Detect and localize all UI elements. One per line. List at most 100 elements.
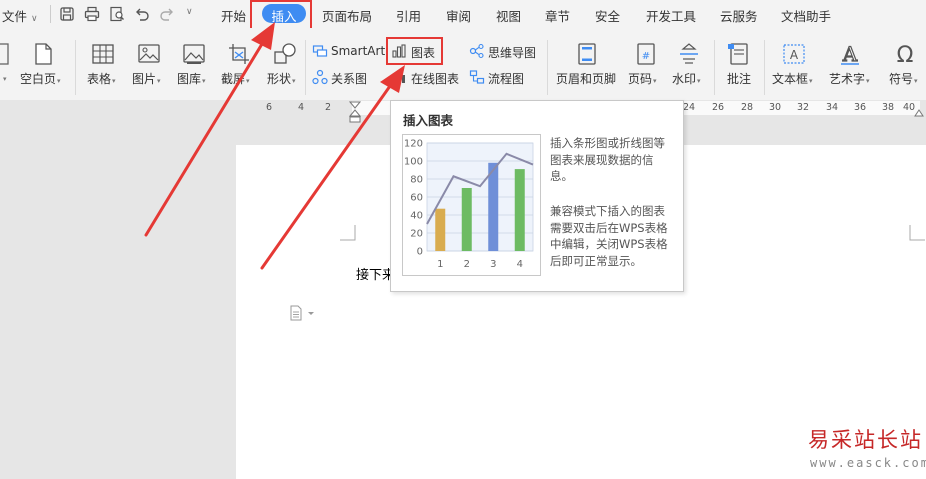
smartart-icon bbox=[312, 45, 328, 57]
tab-cloud-service[interactable]: 云服务 bbox=[720, 6, 758, 25]
page-break-icon[interactable] bbox=[0, 41, 16, 67]
shapes-label: 形状 bbox=[267, 72, 292, 86]
svg-text:Ω: Ω bbox=[897, 43, 914, 67]
svg-text:A: A bbox=[842, 42, 858, 66]
mindmap-icon bbox=[469, 43, 484, 59]
svg-text:A: A bbox=[790, 48, 799, 62]
ruler-number: 36 bbox=[854, 102, 867, 113]
page-number-button[interactable]: 页码▾ bbox=[628, 70, 657, 87]
textbox-label: 文本框 bbox=[772, 72, 809, 86]
comment-icon bbox=[728, 43, 748, 65]
flowchart-icon bbox=[469, 70, 485, 84]
page-break-dropdown-icon[interactable]: ▾ bbox=[2, 70, 7, 84]
symbol-label: 符号 bbox=[889, 72, 914, 86]
tab-references[interactable]: 引用 bbox=[396, 6, 421, 25]
undo-icon[interactable] bbox=[133, 5, 151, 23]
chart-bar bbox=[514, 169, 525, 251]
menu-divider bbox=[50, 5, 51, 23]
gallery-button[interactable]: 图库▾ bbox=[177, 70, 206, 87]
chart-xtick-label: 3 bbox=[490, 259, 496, 270]
blank-page-icon bbox=[35, 43, 52, 65]
blank-page-label: 空白页 bbox=[20, 72, 57, 86]
ruler-number: 28 bbox=[741, 102, 754, 113]
toolbar-separator bbox=[75, 40, 76, 95]
indent-marker-icon[interactable] bbox=[349, 101, 361, 123]
tab-home[interactable]: 开始 bbox=[221, 6, 246, 25]
screenshot-button[interactable]: 截屏▾ bbox=[221, 70, 250, 87]
margin-corner-mark bbox=[340, 225, 356, 241]
picture-icon bbox=[138, 44, 160, 63]
picture-button[interactable]: 图片▾ bbox=[132, 70, 161, 87]
gallery-label: 图库 bbox=[177, 72, 202, 86]
screenshot-icon bbox=[229, 44, 249, 64]
margin-corner-mark bbox=[909, 225, 925, 241]
tab-page-layout[interactable]: 页面布局 bbox=[322, 6, 372, 25]
smartart-button[interactable]: SmartArt bbox=[331, 44, 385, 58]
wordart-button[interactable]: 艺术字▾ bbox=[829, 70, 870, 87]
file-menu[interactable]: 文件 ∨ bbox=[2, 6, 38, 25]
shapes-button[interactable]: 形状▾ bbox=[267, 70, 296, 87]
chart-xtick-label: 4 bbox=[517, 259, 523, 270]
flowchart-button[interactable]: 流程图 bbox=[488, 70, 524, 87]
header-footer-icon bbox=[578, 43, 596, 65]
quick-access-dropdown-icon[interactable]: ∨ bbox=[186, 7, 193, 17]
tooltip-chart-preview: 0 20 40 60 80 100 120 1 2 3 4 bbox=[402, 134, 541, 276]
chart-bar bbox=[461, 188, 472, 251]
textbox-button[interactable]: 文本框▾ bbox=[772, 70, 813, 87]
relation-chart-icon bbox=[312, 69, 328, 85]
chart-xtick-label: 2 bbox=[464, 259, 470, 270]
page-number-icon: # bbox=[637, 43, 655, 65]
online-chart-icon bbox=[393, 73, 405, 83]
symbol-button[interactable]: 符号▾ bbox=[889, 70, 918, 87]
chart-ytick-label: 20 bbox=[410, 229, 423, 240]
tooltip-description: 插入条形图或折线图等图表来展现数据的信息。 bbox=[550, 136, 665, 183]
paste-options-icon[interactable] bbox=[288, 305, 316, 321]
svg-text:#: # bbox=[642, 51, 650, 62]
table-label: 表格 bbox=[87, 72, 112, 86]
table-button[interactable]: 表格▾ bbox=[87, 70, 116, 87]
ruler-number: 32 bbox=[797, 102, 810, 113]
ruler-number: 4 bbox=[298, 102, 305, 113]
textbox-icon: A bbox=[783, 44, 805, 64]
table-icon bbox=[92, 44, 114, 64]
wordart-icon: A bbox=[841, 41, 859, 67]
shapes-icon bbox=[274, 43, 296, 64]
chart-tooltip: 插入图表 0 20 40 60 80 100 120 1 2 3 4 插入条形图或折线图等图表来展… bbox=[390, 100, 684, 292]
wordart-label: 艺术字 bbox=[829, 72, 866, 86]
comment-button[interactable]: 批注 bbox=[727, 70, 751, 87]
menu-bar: 文件 ∨ ∨ 开始 插入 页面布局 引用 审阅 视图 章节 安全 开发工具 云服… bbox=[0, 0, 926, 28]
save-icon[interactable] bbox=[58, 5, 76, 23]
tab-developer[interactable]: 开发工具 bbox=[646, 6, 696, 25]
online-chart-button[interactable]: 在线图表 bbox=[411, 70, 459, 87]
toolbar-separator bbox=[547, 40, 548, 95]
picture-label: 图片 bbox=[132, 72, 157, 86]
sample-chart: 0 20 40 60 80 100 120 1 2 3 4 bbox=[404, 139, 534, 270]
file-menu-label: 文件 bbox=[2, 9, 28, 24]
relation-chart-button[interactable]: 关系图 bbox=[331, 70, 367, 87]
gallery-icon bbox=[183, 44, 205, 64]
ruler-number: 30 bbox=[769, 102, 782, 113]
tab-security[interactable]: 安全 bbox=[595, 6, 620, 25]
print-icon[interactable] bbox=[83, 5, 101, 23]
toolbar-separator bbox=[305, 40, 306, 95]
tab-review[interactable]: 审阅 bbox=[446, 6, 471, 25]
mindmap-button[interactable]: 思维导图 bbox=[488, 44, 536, 61]
right-indent-marker-icon[interactable] bbox=[914, 101, 924, 117]
tab-doc-assistant[interactable]: 文档助手 bbox=[781, 6, 831, 25]
print-preview-icon[interactable] bbox=[108, 5, 126, 23]
tab-sections[interactable]: 章节 bbox=[545, 6, 570, 25]
redo-icon[interactable] bbox=[158, 5, 176, 23]
page-number-label: 页码 bbox=[628, 72, 653, 86]
chart-ytick-label: 60 bbox=[410, 193, 423, 204]
header-footer-button[interactable]: 页眉和页脚 bbox=[556, 70, 616, 87]
chart-button-highlight-box bbox=[386, 37, 443, 65]
site-watermark-title: 易采站长站 bbox=[808, 428, 923, 452]
tab-view[interactable]: 视图 bbox=[496, 6, 521, 25]
blank-page-button[interactable]: 空白页▾ bbox=[20, 70, 61, 87]
watermark-button[interactable]: 水印▾ bbox=[672, 70, 701, 87]
chart-ytick-label: 100 bbox=[404, 157, 423, 168]
watermark-label: 水印 bbox=[672, 72, 697, 86]
chart-ytick-label: 40 bbox=[410, 211, 423, 222]
chart-bar bbox=[435, 208, 446, 251]
toolbar-separator bbox=[714, 40, 715, 95]
